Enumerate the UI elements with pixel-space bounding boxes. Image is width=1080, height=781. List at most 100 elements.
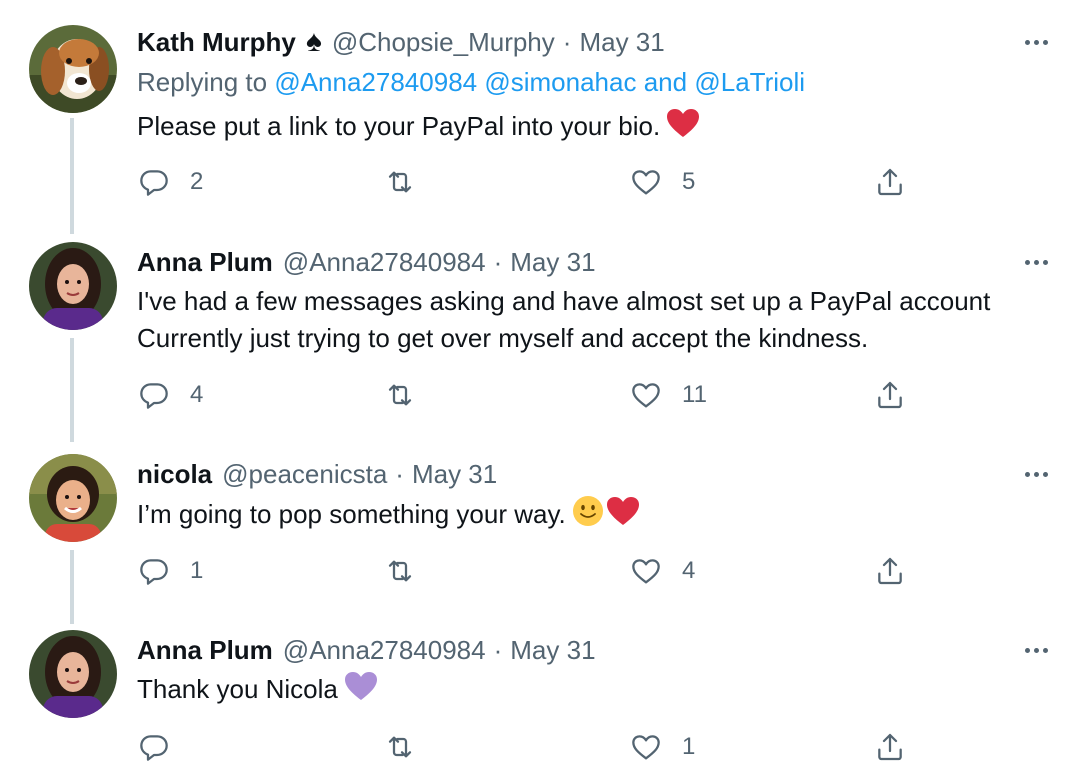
tweet-text-line: Thank you Nicola — [137, 674, 338, 704]
woman-avatar-icon — [29, 242, 117, 330]
tweet-header: Anna Plum @Anna27840984 · May 31 — [137, 242, 596, 282]
tweet-actions: 1 4 — [0, 551, 1080, 591]
like-count: 1 — [682, 733, 696, 760]
share-icon — [878, 168, 902, 196]
retweet-icon — [388, 171, 412, 193]
tweet[interactable]: Kath Murphy ♠ @Chopsie_Murphy · May 31 R… — [0, 22, 1080, 234]
display-name[interactable]: nicola — [137, 454, 212, 494]
more-options-icon[interactable] — [1018, 632, 1054, 668]
separator-dot: · — [562, 27, 572, 57]
purple-heart-icon — [344, 671, 378, 711]
like-button[interactable]: 4 — [630, 551, 695, 591]
tweet-header: Kath Murphy ♠ @Chopsie_Murphy · May 31 — [137, 22, 665, 62]
tweet-text: Please put a link to your PayPal into yo… — [137, 108, 1057, 148]
retweet-button[interactable] — [384, 375, 436, 415]
retweet-icon — [388, 560, 412, 582]
display-name[interactable]: Anna Plum — [137, 630, 273, 670]
more-options-icon[interactable] — [1018, 24, 1054, 60]
tweet-date[interactable]: May 31 — [510, 630, 595, 670]
more-options-icon[interactable] — [1018, 244, 1054, 280]
reply-count: 2 — [190, 168, 204, 195]
tweet[interactable]: Anna Plum @Anna27840984 · May 31 Thank y… — [0, 630, 1080, 781]
thread-line — [70, 212, 74, 224]
tweet-actions: 4 11 — [0, 375, 1080, 415]
replying-to-label: Replying to — [137, 67, 268, 97]
reply-icon — [140, 559, 168, 585]
like-button[interactable]: 11 — [630, 375, 707, 415]
replying-to: Replying to @Anna27840984 @simonahac and… — [137, 62, 805, 102]
reply-button[interactable]: 2 — [138, 162, 203, 202]
mention-link[interactable]: @LaTrioli — [694, 67, 805, 97]
share-icon — [878, 381, 902, 409]
heart-icon — [632, 735, 660, 760]
reply-count: 1 — [190, 557, 204, 584]
more-options-icon[interactable] — [1018, 456, 1054, 492]
reply-button[interactable] — [138, 727, 190, 767]
user-handle[interactable]: @Anna27840984 — [283, 630, 486, 670]
user-handle[interactable]: @peacenicsta — [222, 454, 387, 494]
heart-icon — [632, 383, 660, 408]
avatar[interactable] — [29, 242, 117, 330]
reply-count: 4 — [190, 381, 204, 408]
separator-dot: · — [395, 459, 404, 489]
tweet-header: Anna Plum @Anna27840984 · May 31 — [137, 630, 596, 670]
retweet-button[interactable] — [384, 727, 436, 767]
reply-button[interactable]: 4 — [138, 375, 203, 415]
beagle-avatar-icon — [29, 25, 117, 113]
like-count: 5 — [682, 168, 696, 195]
reply-icon — [140, 735, 168, 761]
like-button[interactable]: 5 — [630, 162, 695, 202]
separator-dot: · — [493, 635, 503, 665]
like-button[interactable]: 1 — [630, 727, 695, 767]
display-name[interactable]: Kath Murphy — [137, 22, 296, 62]
heart-icon — [632, 559, 660, 584]
mention-and[interactable]: and — [644, 67, 687, 97]
smiling-face-icon — [572, 495, 604, 537]
share-button[interactable] — [874, 551, 906, 591]
tweet-text-line: I've had a few messages asking and have … — [137, 286, 991, 316]
woman-avatar-icon — [29, 454, 117, 542]
tweet-date[interactable]: May 31 — [412, 454, 497, 494]
share-icon — [878, 733, 902, 761]
share-icon — [878, 557, 902, 585]
user-handle[interactable]: @Anna27840984 — [283, 242, 486, 282]
tweet-text: I’m going to pop something your way. — [137, 495, 1057, 537]
tweet[interactable]: Anna Plum @Anna27840984 · May 31 I've ha… — [0, 212, 1080, 442]
avatar[interactable] — [29, 25, 117, 113]
tweet-text-line: Please put a link to your PayPal into yo… — [137, 111, 661, 141]
retweet-icon — [388, 736, 412, 758]
tweet[interactable]: nicola @peacenicsta · May 31 I’m going t… — [0, 454, 1080, 624]
red-heart-icon — [666, 108, 700, 148]
avatar[interactable] — [29, 630, 117, 718]
like-count: 4 — [682, 557, 696, 584]
tweet-text-line: Currently just trying to get over myself… — [137, 323, 869, 353]
mention-link[interactable]: @simonahac — [484, 67, 636, 97]
spade-badge-icon: ♠ — [305, 25, 322, 58]
avatar[interactable] — [29, 454, 117, 542]
separator-dot: · — [493, 247, 503, 277]
tweet-actions: 2 5 — [0, 162, 1080, 202]
tweet-text-line: I’m going to pop something your way. — [137, 498, 566, 529]
red-heart-icon — [606, 496, 640, 536]
tweet-text: Thank you Nicola — [137, 671, 1057, 711]
share-button[interactable] — [874, 727, 906, 767]
tweet-text: I've had a few messages asking and have … — [137, 283, 1057, 357]
tweet-date[interactable]: May 31 — [510, 242, 595, 282]
retweet-icon — [388, 384, 412, 406]
tweet-date[interactable]: May 31 — [579, 22, 664, 62]
mention-link[interactable]: @Anna27840984 — [274, 67, 477, 97]
woman-avatar-icon — [29, 630, 117, 718]
display-name[interactable]: Anna Plum — [137, 242, 273, 282]
like-count: 11 — [682, 381, 707, 408]
share-button[interactable] — [874, 162, 906, 202]
heart-icon — [632, 170, 660, 195]
tweet-actions: 1 — [0, 727, 1080, 767]
reply-button[interactable]: 1 — [138, 551, 203, 591]
tweet-header: nicola @peacenicsta · May 31 — [137, 454, 497, 494]
user-handle[interactable]: @Chopsie_Murphy — [332, 22, 555, 62]
retweet-button[interactable] — [384, 551, 436, 591]
share-button[interactable] — [874, 375, 906, 415]
retweet-button[interactable] — [384, 162, 436, 202]
reply-icon — [140, 170, 168, 196]
reply-icon — [140, 383, 168, 409]
